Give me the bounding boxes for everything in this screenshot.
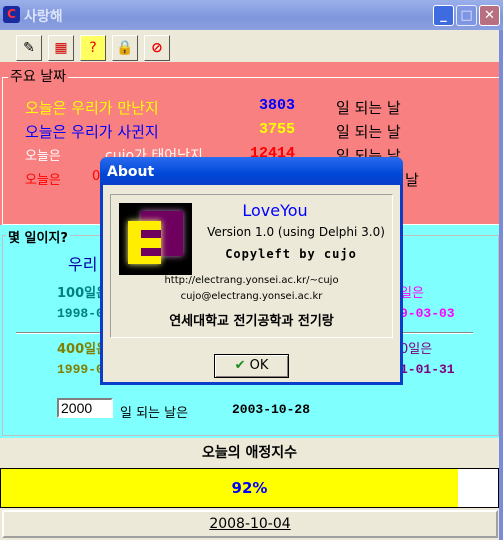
dating-days: 3755 bbox=[259, 121, 296, 138]
about-email[interactable]: cujo@electrang.yonsei.ac.kr bbox=[111, 291, 392, 302]
dating-suffix: 일 되는 날 bbox=[336, 123, 401, 141]
day-right2-label: 0일은 bbox=[400, 342, 433, 357]
today-date-button[interactable]: 2008-10-04 bbox=[2, 510, 498, 538]
about-version: Version 1.0 (using Delphi 3.0) bbox=[207, 225, 385, 239]
lock-icon[interactable]: 🔒 bbox=[112, 35, 138, 61]
dating-label: 오늘은 우리가 사귄지 bbox=[25, 123, 159, 141]
days-input[interactable] bbox=[57, 398, 113, 418]
birth-label: 오늘은 bbox=[25, 149, 61, 164]
days-heading: 우리 bbox=[68, 255, 98, 274]
event-suffix: 날 bbox=[405, 171, 419, 189]
stop-icon[interactable]: ⊘ bbox=[144, 35, 170, 61]
event-label: 오늘은 bbox=[25, 173, 61, 188]
about-org: 연세대학교 전기공학과 전기랑 bbox=[169, 314, 334, 329]
title-bar[interactable]: C 사랑해 _ □ ✕ bbox=[0, 0, 503, 30]
maximize-button[interactable]: □ bbox=[456, 5, 477, 26]
day-right1-label: 일은 bbox=[400, 286, 424, 301]
calendar-icon[interactable]: ▦ bbox=[48, 35, 74, 61]
progress-text: 92% bbox=[231, 479, 268, 497]
met-suffix: 일 되는 날 bbox=[336, 99, 401, 117]
day-right1-date: 9-03-03 bbox=[400, 306, 455, 321]
settings-pen-icon[interactable]: ✎ bbox=[16, 35, 42, 61]
day400-date: 1999-0 bbox=[57, 362, 104, 377]
ok-label: OK bbox=[249, 358, 269, 373]
about-dialog: About LoveYou Version 1.0 (using Delphi … bbox=[100, 157, 403, 385]
result-date: 2003-10-28 bbox=[232, 402, 311, 417]
day-right2-date: 1-01-31 bbox=[400, 362, 455, 377]
about-copyleft: Copyleft by cujo bbox=[225, 247, 357, 261]
met-label: 오늘은 우리가 만난지 bbox=[25, 99, 159, 117]
about-url[interactable]: http://electrang.yonsei.ac.kr/~cujo bbox=[111, 275, 392, 286]
about-app-name: LoveYou bbox=[242, 201, 308, 220]
checkmark-icon: ✔ bbox=[234, 358, 246, 373]
help-icon[interactable]: ? bbox=[80, 35, 106, 61]
ok-button[interactable]: ✔ OK bbox=[214, 354, 289, 378]
window-title: 사랑해 bbox=[24, 9, 63, 25]
about-title[interactable]: About bbox=[100, 157, 403, 185]
affection-label: 오늘의 애정지수 bbox=[201, 445, 298, 461]
affection-progress-bar: 92% bbox=[0, 468, 499, 508]
app-icon: C bbox=[3, 6, 20, 23]
day100-date: 1998-0 bbox=[57, 306, 104, 321]
close-button[interactable]: ✕ bbox=[479, 5, 500, 26]
minimize-button[interactable]: _ bbox=[433, 5, 454, 26]
about-panel: LoveYou Version 1.0 (using Delphi 3.0) C… bbox=[110, 194, 393, 338]
met-days: 3803 bbox=[259, 97, 296, 114]
days-legend: 몇 일이지? bbox=[6, 227, 70, 246]
important-dates-legend: 주요 날짜 bbox=[8, 66, 68, 86]
input-suffix: 일 되는 날은 bbox=[120, 406, 189, 421]
